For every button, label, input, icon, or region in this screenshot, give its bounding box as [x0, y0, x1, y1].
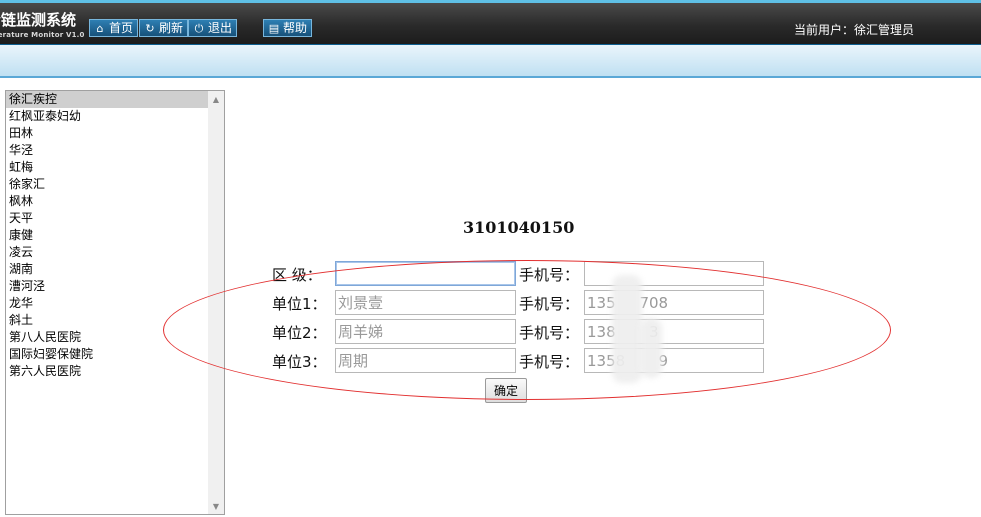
home-button-label: 首页: [109, 20, 134, 35]
list-item[interactable]: 徐家汇: [6, 176, 208, 193]
unit1-phone-input[interactable]: [584, 290, 764, 315]
district-phone-input[interactable]: [584, 261, 764, 286]
list-item[interactable]: 斜土: [6, 312, 208, 329]
list-item[interactable]: 第八人民医院: [6, 329, 208, 346]
help-button-label: 帮助: [283, 20, 308, 35]
app-subtitle: Temperature Monitor V1.0: [0, 31, 85, 39]
top-header: 冷链监测系统 Temperature Monitor V1.0 ⌂ 首页 ↻ 刷…: [0, 0, 981, 44]
scroll-down-arrow-icon[interactable]: ▼: [208, 498, 224, 514]
app-title: 冷链监测系统: [0, 11, 77, 29]
refresh-icon: ↻: [145, 21, 155, 35]
refresh-button[interactable]: ↻ 刷新: [139, 19, 189, 37]
listbox-scrollbar[interactable]: ▲ ▼: [208, 91, 224, 514]
unit1-phone-label: 手机号：: [519, 295, 580, 313]
unit1-label: 单位1：: [272, 295, 327, 313]
unit3-phone-input[interactable]: [584, 348, 764, 373]
logout-button[interactable]: ⏻ 退出: [188, 19, 238, 37]
list-item[interactable]: 国际妇婴保健院: [6, 346, 208, 363]
unit1-name-input[interactable]: [335, 290, 516, 315]
unit2-phone-input[interactable]: [584, 319, 764, 344]
confirm-button[interactable]: 确定: [485, 378, 527, 403]
scroll-up-arrow-icon[interactable]: ▲: [208, 91, 224, 107]
list-item[interactable]: 湖南: [6, 261, 208, 278]
list-item[interactable]: 红枫亚泰妇幼: [6, 108, 208, 125]
unit3-label: 单位3：: [272, 353, 327, 371]
list-item[interactable]: 天平: [6, 210, 208, 227]
district-name-input[interactable]: [335, 261, 516, 286]
refresh-button-label: 刷新: [159, 20, 184, 35]
org-code-title: 3101040150: [463, 218, 575, 237]
current-user-label: 当前用户：徐汇管理员: [794, 23, 915, 37]
list-item[interactable]: 虹梅: [6, 159, 208, 176]
unit2-name-input[interactable]: [335, 319, 516, 344]
list-item-selected[interactable]: 徐汇疾控: [6, 91, 208, 108]
power-icon: ⏻: [194, 21, 204, 35]
home-icon: ⌂: [96, 21, 104, 35]
unit3-name-input[interactable]: [335, 348, 516, 373]
organization-listbox[interactable]: 徐汇疾控 红枫亚泰妇幼 田林 华泾 虹梅 徐家汇 枫林 天平 康健 凌云 湖南 …: [5, 90, 225, 515]
home-button[interactable]: ⌂ 首页: [89, 19, 139, 37]
district-phone-label: 手机号：: [519, 266, 580, 284]
list-item[interactable]: 华泾: [6, 142, 208, 159]
help-button[interactable]: ▤ 帮助: [263, 19, 313, 37]
unit3-phone-label: 手机号：: [519, 353, 580, 371]
unit2-phone-label: 手机号：: [519, 324, 580, 342]
list-item[interactable]: 凌云: [6, 244, 208, 261]
district-label: 区 级：: [272, 266, 322, 284]
unit2-label: 单位2：: [272, 324, 327, 342]
list-item[interactable]: 枫林: [6, 193, 208, 210]
list-item[interactable]: 龙华: [6, 295, 208, 312]
logout-button-label: 退出: [208, 20, 233, 35]
list-item[interactable]: 漕河泾: [6, 278, 208, 295]
list-item[interactable]: 第六人民医院: [6, 363, 208, 380]
help-book-icon: ▤: [268, 21, 280, 35]
list-item[interactable]: 康健: [6, 227, 208, 244]
organization-list: 徐汇疾控 红枫亚泰妇幼 田林 华泾 虹梅 徐家汇 枫林 天平 康健 凌云 湖南 …: [6, 91, 208, 514]
sub-toolbar: [0, 44, 981, 78]
list-item[interactable]: 田林: [6, 125, 208, 142]
